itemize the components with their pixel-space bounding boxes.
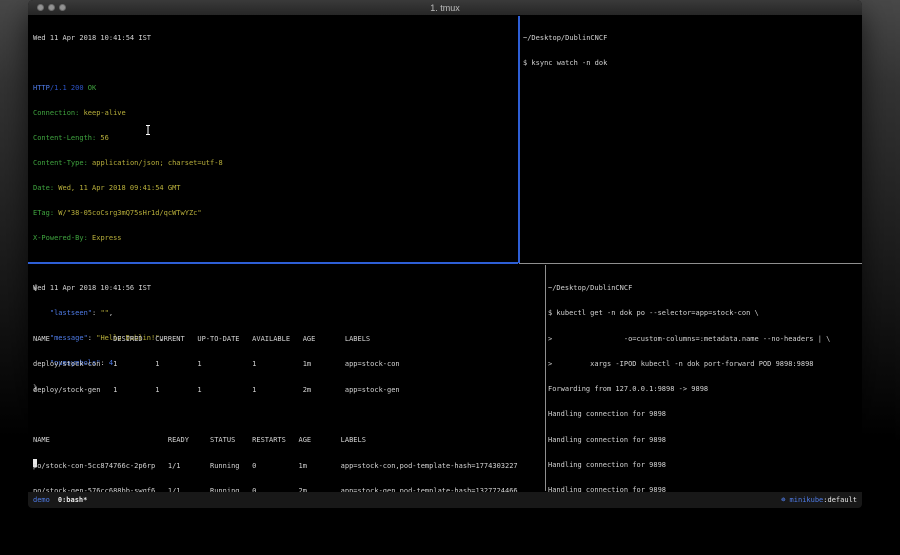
http-header-line: Connection: keep-alive [33,109,223,118]
deployments-table-row: deploy/stock-gen 1 1 1 1 2m app=stock-ge… [33,386,518,395]
window-title: 1. tmux [28,0,862,16]
pods-table-row: po/stock-con-5cc874766c-2p6rp 1/1 Runnin… [33,462,518,471]
minimize-button[interactable] [48,4,55,11]
timestamp-line: Wed 11 Apr 2018 10:41:54 IST [33,34,223,43]
blank-line [33,309,518,318]
deployments-table-header: NAME DESIRED CURRENT UP-TO-DATE AVAILABL… [33,335,518,344]
timestamp-line: Wed 11 Apr 2018 10:41:56 IST [33,284,518,293]
pane-divider-vertical-bottom[interactable] [545,265,546,491]
http-header-line: ETag: W/"38-05coCsrg3mQ75sHr1d/qcWTwYZc" [33,209,223,218]
http-header-line: X-Powered-By: Express [33,234,223,243]
http-protocol: HTTP [33,84,50,92]
handling-connection-line: Handling connection for 9898 [548,461,830,470]
session-name: demo [33,496,50,504]
command-line: $ ksync watch -n dok [523,59,607,68]
status-left: demo 0:bash* [33,496,87,504]
pods-table-header: NAME READY STATUS RESTARTS AGE LABELS [33,436,518,445]
cwd-line: ~/Desktop/DublinCNCF [523,34,607,43]
pane-divider-horizontal-right[interactable] [519,263,862,264]
pane-bottom-left-kubectl-get[interactable]: Wed 11 Apr 2018 10:41:56 IST NAME DESIRE… [33,268,518,492]
http-version-code: /1.1 200 [50,84,88,92]
mouse-ibeam-cursor [145,125,151,135]
command-continuation-line: > -o=custom-columns=:metadata.name --no-… [548,335,830,344]
zoom-button[interactable] [59,4,66,11]
blank-line [33,59,223,68]
command-continuation-line: > xargs -IPOD kubectl -n dok port-forwar… [548,360,830,369]
kube-context: minikube [785,496,823,504]
tmux-status-bar: demo 0:bash* ☸ minikube :default [28,492,862,508]
window-flag[interactable]: 0:bash* [58,496,88,504]
blank-line [33,411,518,420]
status-right: ☸ minikube :default [781,496,857,504]
close-button[interactable] [37,4,44,11]
terminal-window: 1. tmux Wed 11 Apr 2018 10:41:54 IST HTT… [28,0,862,509]
http-status-line: HTTP/1.1 200 OK [33,84,223,93]
pane-divider-horizontal-left-active[interactable] [28,262,518,264]
http-header-line: Date: Wed, 11 Apr 2018 09:41:54 GMT [33,184,223,193]
kube-namespace: :default [823,496,857,504]
pane-top-right-ksync[interactable]: ~/Desktop/DublinCNCF $ ksync watch -n do… [523,18,607,84]
http-reason: OK [88,84,96,92]
terminal-body: Wed 11 Apr 2018 10:41:54 IST HTTP/1.1 20… [28,16,862,492]
handling-connection-line: Handling connection for 9898 [548,410,830,419]
window-titlebar[interactable]: 1. tmux [28,0,862,16]
http-header-line: Content-Length: 56 [33,134,223,143]
pane-divider-vertical-top-active[interactable] [518,16,520,263]
deployments-table-row: deploy/stock-con 1 1 1 1 1m app=stock-co… [33,360,518,369]
cwd-line: ~/Desktop/DublinCNCF [548,284,830,293]
forwarding-line: Forwarding from 127.0.0.1:9898 -> 9898 [548,385,830,394]
handling-connection-line: Handling connection for 9898 [548,436,830,445]
pane-bottom-right-port-forward[interactable]: ~/Desktop/DublinCNCF $ kubectl get -n do… [548,268,830,492]
command-line: $ kubectl get -n dok po --selector=app=s… [548,309,830,318]
traffic-lights [37,4,66,11]
http-header-line: Content-Type: application/json; charset=… [33,159,223,168]
